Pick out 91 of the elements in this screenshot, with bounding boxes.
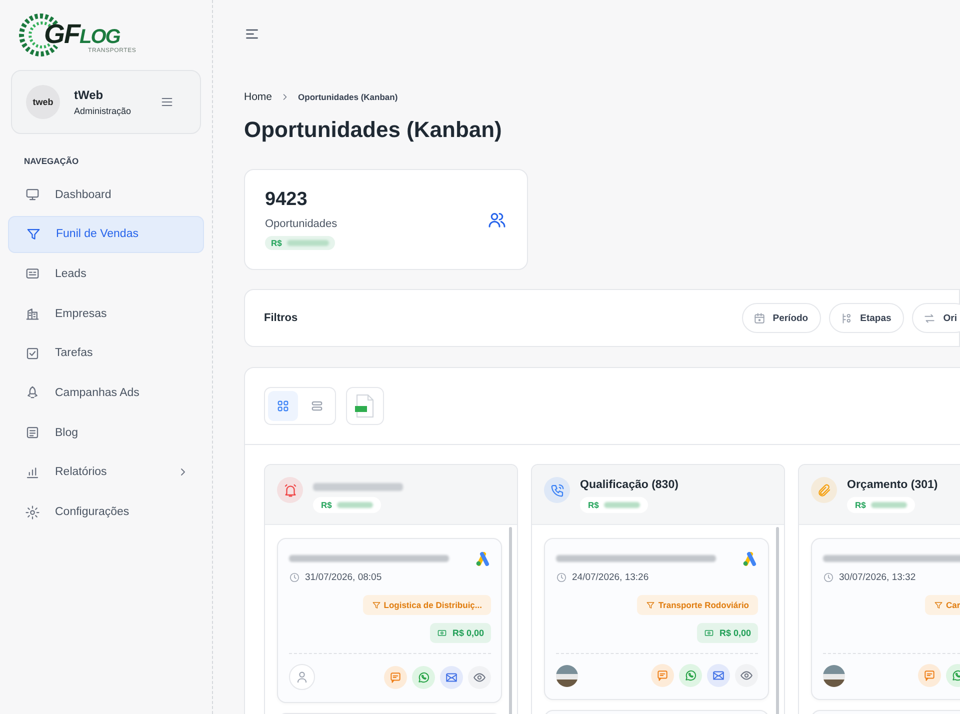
filter-button[interactable]: Período (742, 303, 822, 333)
scrollbar[interactable] (509, 527, 512, 714)
page-title: Oportunidades (Kanban) (244, 117, 503, 143)
chart-icon (25, 464, 40, 480)
whatsapp-button[interactable] (412, 666, 435, 688)
opportunity-card[interactable]: 24/07/2026, 13:26 Transporte Rodoviário R$ 0,00 (544, 538, 769, 700)
message-icon (923, 669, 936, 682)
cash-icon (437, 628, 448, 638)
sidebar-item[interactable]: Configurações (8, 494, 204, 530)
message-icon (656, 669, 669, 682)
funnel-icon (646, 600, 656, 610)
opportunity-card[interactable]: 31/07/2026, 08:05 Logistica de Distribuiç... R$ 0,00 (277, 538, 502, 703)
filter-icon (26, 226, 41, 242)
whatsapp-button[interactable] (679, 664, 702, 687)
stat-value: 9423 (265, 188, 308, 210)
message-icon (389, 670, 402, 684)
clock-icon (556, 572, 567, 583)
mail-button[interactable] (440, 666, 463, 688)
gear-icon (25, 504, 40, 520)
message-button[interactable] (384, 666, 407, 688)
currency-label: R$ (321, 500, 332, 510)
list-icon (310, 399, 324, 413)
mail-icon (445, 670, 458, 684)
view-button[interactable] (735, 664, 758, 687)
sidebar-item[interactable]: Dashboard (8, 176, 204, 213)
filter-button[interactable]: Etapas (829, 303, 904, 333)
section-label: NAVEGAÇÃO (24, 156, 80, 166)
phone-icon (550, 482, 564, 498)
breadcrumb-item[interactable]: Home (244, 91, 272, 103)
bell-icon (282, 482, 298, 498)
mail-icon (712, 669, 725, 682)
monitor-icon (25, 187, 40, 202)
funnel-icon (372, 600, 381, 610)
card-date: 31/07/2026, 08:05 (305, 572, 382, 583)
message-button[interactable] (651, 664, 674, 687)
clock-icon (823, 572, 834, 583)
grid-view-button[interactable] (268, 391, 298, 421)
doc-icon (25, 425, 40, 440)
funnel-tag: Transporte Rodoviário (637, 595, 758, 615)
column-title: Orçamento (301) (847, 479, 938, 491)
paperclip-icon (816, 482, 832, 498)
card-icon (25, 266, 40, 282)
funnel-tag: Car (925, 595, 960, 615)
view-button[interactable] (468, 666, 491, 688)
view-icon (740, 669, 753, 682)
card-date: 24/07/2026, 13:26 (572, 572, 649, 583)
export-button[interactable] (346, 387, 384, 425)
sidebar-item[interactable]: Leads (8, 255, 204, 292)
funnel-icon (934, 600, 943, 610)
mail-button[interactable] (707, 664, 730, 687)
scrollbar[interactable] (776, 527, 779, 714)
redacted-amount (286, 240, 329, 246)
opportunity-card[interactable]: 30/07/2026, 13:32 Car (811, 538, 960, 700)
currency-label: R$ (271, 238, 282, 248)
redacted-amount (604, 502, 640, 508)
amount-tag: R$ 0,00 (430, 623, 491, 643)
amount-tag: R$ 0,00 (697, 623, 758, 643)
redacted-amount (336, 502, 373, 508)
stat-label: Oportunidades (265, 218, 338, 230)
message-button[interactable] (918, 664, 941, 687)
user-name: tWeb (74, 88, 104, 102)
clock-icon (289, 572, 300, 583)
building-icon (25, 306, 40, 322)
check-icon (25, 346, 40, 361)
grid-icon (276, 399, 290, 413)
currency-label: R$ (588, 500, 599, 510)
sidebar-item[interactable]: Funil de Vendas (8, 216, 204, 253)
filter-button[interactable]: Ori (912, 303, 960, 333)
stages-icon (840, 312, 854, 324)
funnel-tag: Logistica de Distribuiç... (362, 595, 491, 615)
calendar-icon (752, 312, 766, 324)
sidebar-item[interactable]: Empresas (8, 295, 204, 332)
filters-title: Filtros (264, 312, 298, 324)
cash-icon (704, 628, 714, 638)
menu-icon[interactable] (160, 95, 174, 109)
redacted-amount (870, 502, 907, 508)
view-icon (473, 670, 486, 684)
card-date: 30/07/2026, 13:32 (839, 572, 916, 583)
user-role: Administração (74, 106, 132, 116)
sidebar-item[interactable]: Blog (8, 414, 204, 452)
swap-icon (923, 312, 936, 324)
spreadsheet-file-icon (355, 394, 375, 418)
whatsapp-icon (417, 670, 430, 684)
sidebar-item[interactable]: Tarefas (8, 334, 204, 372)
sidebar-item[interactable]: Relatórios (8, 454, 204, 491)
whatsapp-icon (684, 669, 697, 682)
sidebar-item[interactable]: Campanhas Ads (8, 374, 204, 412)
currency-label: R$ (855, 500, 866, 510)
column-title: Qualificação (830) (580, 479, 678, 491)
avatar-logo: tweb (26, 85, 60, 119)
breadcrumb-item: Oportunidades (Kanban) (298, 92, 398, 102)
